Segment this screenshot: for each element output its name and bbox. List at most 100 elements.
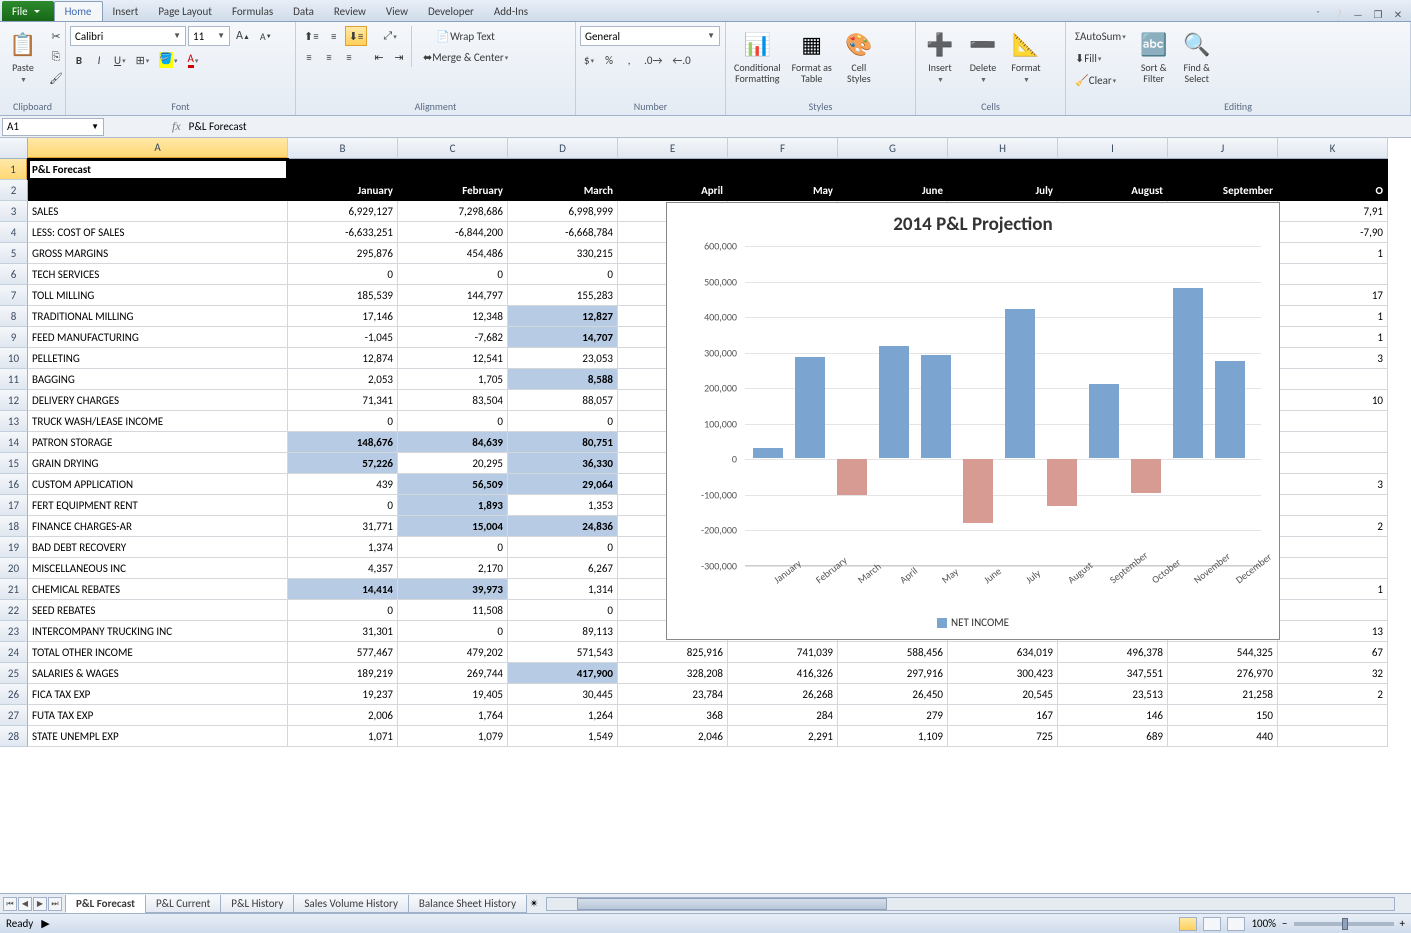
cell-H2[interactable]: July xyxy=(948,180,1058,201)
cell-C9[interactable]: -7,682 xyxy=(398,327,508,348)
sheet-nav-first[interactable]: ⏮ xyxy=(3,897,17,911)
cell-K16[interactable]: 3 xyxy=(1278,474,1388,495)
conditional-formatting-button[interactable]: 📊Conditional Formatting xyxy=(730,26,785,86)
row-header-21[interactable]: 21 xyxy=(0,579,28,600)
row-header-23[interactable]: 23 xyxy=(0,621,28,642)
row-header-17[interactable]: 17 xyxy=(0,495,28,516)
cell-K25[interactable]: 32 xyxy=(1278,663,1388,684)
cell-K11[interactable] xyxy=(1278,369,1388,390)
cell-J1[interactable] xyxy=(1168,159,1278,180)
cell-D24[interactable]: 571,543 xyxy=(508,642,618,663)
find-select-button[interactable]: 🔍Find & Select xyxy=(1177,26,1217,86)
column-header-A[interactable]: A xyxy=(28,138,288,159)
cell-H24[interactable]: 634,019 xyxy=(948,642,1058,663)
tab-formulas[interactable]: Formulas xyxy=(222,1,283,21)
tab-home[interactable]: Home xyxy=(54,1,103,21)
select-all-corner[interactable] xyxy=(0,138,28,159)
window-close-icon[interactable]: ✕ xyxy=(1391,7,1405,21)
fill-button[interactable]: ⬇ Fill▾ xyxy=(1070,48,1131,68)
percent-format-button[interactable]: % xyxy=(600,50,618,70)
cell-A25[interactable]: SALARIES & WAGES xyxy=(28,663,288,684)
sheet-tab-2[interactable]: P&L History xyxy=(220,895,294,913)
cell-K5[interactable]: 1 xyxy=(1278,243,1388,264)
sheet-nav-next[interactable]: ▶ xyxy=(33,897,47,911)
shrink-font-button[interactable]: A▼ xyxy=(256,26,276,46)
tab-data[interactable]: Data xyxy=(283,1,324,21)
cell-B8[interactable]: 17,146 xyxy=(288,306,398,327)
bold-button[interactable]: B xyxy=(70,50,88,70)
cell-K19[interactable] xyxy=(1278,537,1388,558)
row-header-18[interactable]: 18 xyxy=(0,516,28,537)
cell-G28[interactable]: 1,109 xyxy=(838,726,948,747)
cell-C3[interactable]: 7,298,686 xyxy=(398,201,508,222)
cell-C21[interactable]: 39,973 xyxy=(398,579,508,600)
cell-E26[interactable]: 23,784 xyxy=(618,684,728,705)
wrap-text-button[interactable]: 📄 Wrap Text xyxy=(416,26,515,46)
cell-D15[interactable]: 36,330 xyxy=(508,453,618,474)
row-header-12[interactable]: 12 xyxy=(0,390,28,411)
cell-D17[interactable]: 1,353 xyxy=(508,495,618,516)
cell-G27[interactable]: 279 xyxy=(838,705,948,726)
underline-button[interactable]: U▾ xyxy=(110,50,130,70)
cell-K10[interactable]: 3 xyxy=(1278,348,1388,369)
help-icon[interactable]: ❔ xyxy=(1331,7,1345,21)
cell-A12[interactable]: DELIVERY CHARGES xyxy=(28,390,288,411)
cell-A5[interactable]: GROSS MARGINS xyxy=(28,243,288,264)
cell-A19[interactable]: BAD DEBT RECOVERY xyxy=(28,537,288,558)
row-header-26[interactable]: 26 xyxy=(0,684,28,705)
cell-K18[interactable]: 2 xyxy=(1278,516,1388,537)
number-format-combo[interactable]: General▼ xyxy=(580,26,720,46)
cell-A20[interactable]: MISCELLANEOUS INC xyxy=(28,558,288,579)
cell-D16[interactable]: 29,064 xyxy=(508,474,618,495)
cell-C15[interactable]: 20,295 xyxy=(398,453,508,474)
cell-D19[interactable]: 0 xyxy=(508,537,618,558)
cell-C8[interactable]: 12,348 xyxy=(398,306,508,327)
sheet-tab-0[interactable]: P&L Forecast xyxy=(65,895,146,913)
cell-E2[interactable]: April xyxy=(618,180,728,201)
cell-I27[interactable]: 146 xyxy=(1058,705,1168,726)
zoom-slider-thumb[interactable] xyxy=(1342,918,1348,930)
column-header-F[interactable]: F xyxy=(728,138,838,159)
cell-C1[interactable] xyxy=(398,159,508,180)
zoom-out-button[interactable]: − xyxy=(1282,917,1287,930)
row-header-5[interactable]: 5 xyxy=(0,243,28,264)
cell-B17[interactable]: 0 xyxy=(288,495,398,516)
row-header-3[interactable]: 3 xyxy=(0,201,28,222)
row-header-8[interactable]: 8 xyxy=(0,306,28,327)
cell-K23[interactable]: 13 xyxy=(1278,621,1388,642)
cell-B18[interactable]: 31,771 xyxy=(288,516,398,537)
window-minimize-icon[interactable]: — xyxy=(1351,7,1365,21)
normal-view-button[interactable] xyxy=(1179,917,1197,931)
cell-D12[interactable]: 88,057 xyxy=(508,390,618,411)
cell-K4[interactable]: -7,90 xyxy=(1278,222,1388,243)
window-restore-icon[interactable]: ❐ xyxy=(1371,7,1385,21)
cell-D4[interactable]: -6,668,784 xyxy=(508,222,618,243)
align-top-button[interactable]: ⬆≡ xyxy=(300,26,323,46)
sheet-tab-1[interactable]: P&L Current xyxy=(145,895,221,913)
column-header-K[interactable]: K xyxy=(1278,138,1388,159)
cell-I25[interactable]: 347,551 xyxy=(1058,663,1168,684)
cell-A17[interactable]: FERT EQUIPMENT RENT xyxy=(28,495,288,516)
cell-B24[interactable]: 577,467 xyxy=(288,642,398,663)
cell-A26[interactable]: FICA TAX EXP xyxy=(28,684,288,705)
cell-K28[interactable] xyxy=(1278,726,1388,747)
cell-K13[interactable] xyxy=(1278,411,1388,432)
cell-B7[interactable]: 185,539 xyxy=(288,285,398,306)
cell-A6[interactable]: TECH SERVICES xyxy=(28,264,288,285)
font-family-combo[interactable]: Calibri▼ xyxy=(70,26,186,46)
cell-C20[interactable]: 2,170 xyxy=(398,558,508,579)
column-header-J[interactable]: J xyxy=(1168,138,1278,159)
cell-B13[interactable]: 0 xyxy=(288,411,398,432)
row-header-13[interactable]: 13 xyxy=(0,411,28,432)
cell-B10[interactable]: 12,874 xyxy=(288,348,398,369)
cell-K15[interactable] xyxy=(1278,453,1388,474)
autosum-button[interactable]: Σ AutoSum▾ xyxy=(1070,26,1131,46)
delete-cells-button[interactable]: ➖Delete▼ xyxy=(963,26,1003,87)
cell-C25[interactable]: 269,744 xyxy=(398,663,508,684)
align-left-button[interactable]: ≡ xyxy=(300,47,318,67)
align-center-button[interactable]: ≡ xyxy=(320,47,338,67)
cell-A4[interactable]: LESS: COST OF SALES xyxy=(28,222,288,243)
row-header-27[interactable]: 27 xyxy=(0,705,28,726)
cell-A13[interactable]: TRUCK WASH/LEASE INCOME xyxy=(28,411,288,432)
cell-C24[interactable]: 479,202 xyxy=(398,642,508,663)
